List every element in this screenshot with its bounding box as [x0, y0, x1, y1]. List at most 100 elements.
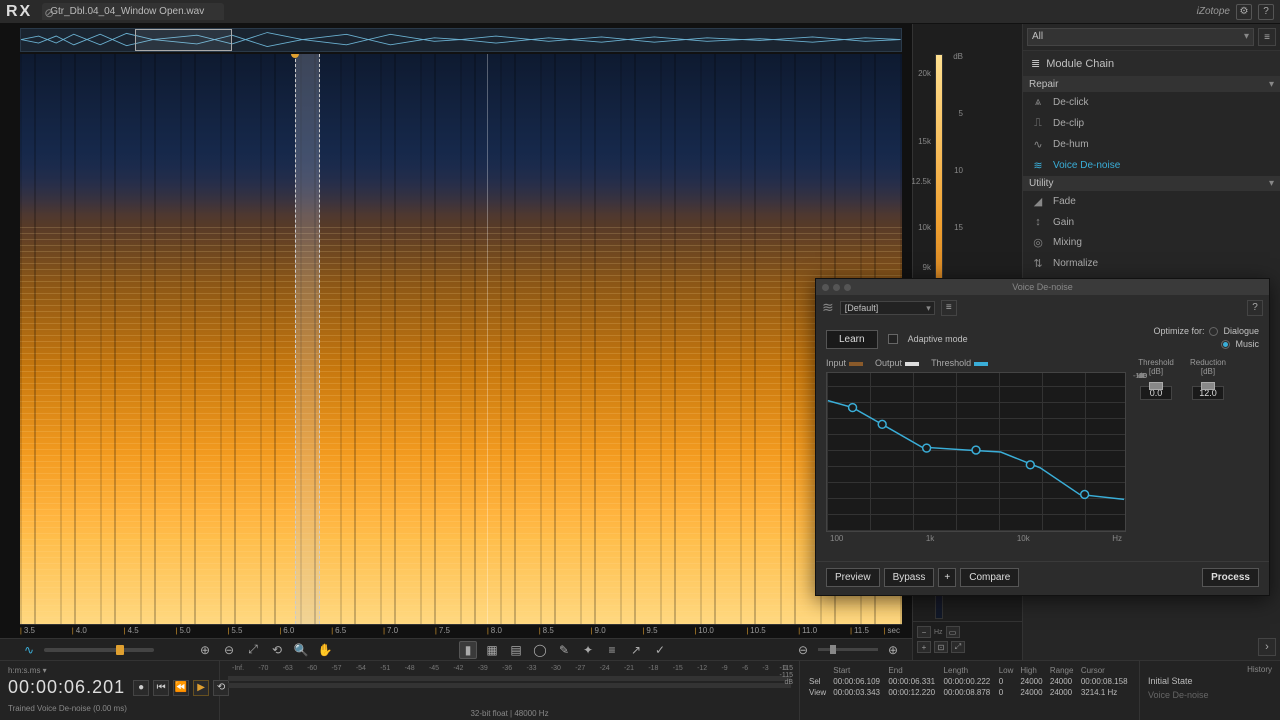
spectrogram-display[interactable]: [20, 54, 902, 624]
waveform-view-icon[interactable]: ∿: [20, 641, 38, 659]
view-blend-slider[interactable]: [44, 648, 154, 652]
window-min-icon[interactable]: [833, 284, 840, 291]
freq-select-tool-icon[interactable]: ▤: [507, 641, 525, 659]
module-item-icon: ◎: [1031, 236, 1045, 249]
module-item-icon: ∿: [1031, 138, 1045, 151]
module-item-icon: ⇅: [1031, 257, 1045, 270]
selection-info-table: StartEndLengthLowHighRangeCursor Sel00:0…: [806, 665, 1133, 698]
wand-tool-icon[interactable]: ✦: [579, 641, 597, 659]
module-filter-dropdown[interactable]: All: [1027, 28, 1254, 46]
time-selection[interactable]: [295, 54, 320, 624]
hzoom-out-icon[interactable]: ⊖: [794, 641, 812, 659]
file-tab[interactable]: ⊘ Gtr_Dbl.04_04_Window Open.wav: [42, 3, 224, 20]
peak-value-2: -115: [780, 672, 794, 679]
zoom-reset-icon[interactable]: ⟲: [268, 641, 286, 659]
hzoom-slider[interactable]: [818, 648, 878, 651]
module-icon: ≋: [822, 299, 834, 316]
module-chain-button[interactable]: ≣ Module Chain: [1023, 51, 1280, 77]
panel-collapse-icon[interactable]: ›: [1258, 638, 1276, 656]
dialogue-label: Dialogue: [1223, 326, 1259, 336]
window-close-icon[interactable]: [822, 284, 829, 291]
utility-section-header[interactable]: Utility: [1023, 176, 1280, 191]
list-view-icon[interactable]: ≡: [1258, 28, 1276, 46]
dialogue-radio[interactable]: [1209, 327, 1218, 336]
module-help-icon[interactable]: ?: [1247, 300, 1263, 316]
brand-label: iZotope: [1197, 6, 1230, 17]
vzoom-reset-icon[interactable]: ⊡: [934, 641, 948, 653]
module-item-mixing[interactable]: ◎Mixing: [1023, 232, 1280, 253]
repair-section-header[interactable]: Repair: [1023, 77, 1280, 92]
record-button[interactable]: ●: [133, 680, 149, 696]
chain-icon: ≣: [1031, 57, 1040, 70]
grab-tool-icon[interactable]: ↗: [627, 641, 645, 659]
adaptive-checkbox[interactable]: [888, 334, 898, 344]
level-meter-right: [228, 683, 791, 688]
module-item-icon: ⩓: [1031, 96, 1045, 109]
app-logo: RX: [6, 3, 32, 21]
tf-select-tool-icon[interactable]: ▦: [483, 641, 501, 659]
play-button[interactable]: ▶: [193, 680, 209, 696]
magnify-icon[interactable]: 🔍: [292, 641, 310, 659]
optimize-label: Optimize for:: [1153, 326, 1204, 336]
overview-waveform[interactable]: [20, 28, 902, 52]
audio-format-label: 32-bit float | 48000 Hz: [470, 709, 548, 718]
peak-unit: dB: [780, 679, 794, 686]
zoom-sel-icon[interactable]: ⤢: [244, 641, 262, 659]
transport-time: 00:00:06.201: [8, 677, 125, 698]
zoom-in-icon[interactable]: ⊕: [196, 641, 214, 659]
reduction-slider-label: Reduction [dB]: [1190, 358, 1226, 378]
compare-button[interactable]: Compare: [960, 568, 1019, 587]
skip-back-button[interactable]: ⏪: [173, 680, 189, 696]
voice-denoise-window: Voice De-noise ≋ [Default] ≡ ? Learn Ada…: [815, 278, 1270, 596]
hand-tool-icon[interactable]: ✋: [316, 641, 334, 659]
process-button[interactable]: Process: [1202, 568, 1259, 587]
status-message: Trained Voice De-noise (0.00 ms): [8, 704, 211, 713]
lasso-tool-icon[interactable]: ◯: [531, 641, 549, 659]
module-item-fade[interactable]: ◢Fade: [1023, 191, 1280, 212]
help-icon[interactable]: ?: [1258, 4, 1274, 20]
history-item[interactable]: Initial State: [1148, 674, 1272, 688]
module-item-voice-de-noise[interactable]: ≋Voice De-noise: [1023, 155, 1280, 176]
module-item-icon: ◢: [1031, 195, 1045, 208]
region-tool-icon[interactable]: ≡: [603, 641, 621, 659]
time-ruler: 3.54.04.55.05.56.06.57.07.58.08.59.09.51…: [20, 624, 902, 638]
adaptive-label: Adaptive mode: [908, 334, 968, 344]
bypass-plus-button[interactable]: +: [938, 568, 956, 587]
preset-menu-icon[interactable]: ≡: [941, 300, 957, 316]
check-tool-icon[interactable]: ✓: [651, 641, 669, 659]
vzoom-out-icon[interactable]: −: [917, 626, 931, 638]
settings-icon[interactable]: ⚙: [1236, 4, 1252, 20]
preset-dropdown[interactable]: [Default]: [840, 301, 935, 315]
music-label: Music: [1235, 339, 1259, 349]
history-title: History: [1148, 665, 1272, 674]
bypass-button[interactable]: Bypass: [884, 568, 935, 587]
time-format-dropdown[interactable]: h:m:s.ms ▾: [8, 666, 211, 675]
module-item-de-clip[interactable]: ⎍De-clip: [1023, 113, 1280, 134]
meter-scale: -Inf.-70-63-60-57-54-51-48-45-42-39-36-3…: [228, 665, 791, 672]
module-item-de-click[interactable]: ⩓De-click: [1023, 92, 1280, 113]
learn-button[interactable]: Learn: [826, 330, 878, 349]
zoom-out-icon[interactable]: ⊖: [220, 641, 238, 659]
module-item-icon: ↕: [1031, 216, 1045, 228]
db-config-icon[interactable]: ▭: [946, 626, 960, 638]
module-item-de-hum[interactable]: ∿De-hum: [1023, 134, 1280, 155]
time-select-tool-icon[interactable]: ▮: [459, 641, 477, 659]
vzoom-in-icon[interactable]: +: [917, 641, 931, 653]
history-item[interactable]: Voice De-noise: [1148, 688, 1272, 702]
brush-tool-icon[interactable]: ✎: [555, 641, 573, 659]
module-item-icon: ≋: [1031, 159, 1045, 172]
window-max-icon[interactable]: [844, 284, 851, 291]
overview-selection[interactable]: [135, 29, 232, 51]
module-item-normalize[interactable]: ⇅Normalize: [1023, 253, 1280, 274]
freq-unit-label: Hz: [934, 629, 943, 636]
vzoom-fit-icon[interactable]: ⤢: [951, 641, 965, 653]
music-radio[interactable]: [1221, 340, 1230, 349]
peak-value-1: -115: [780, 665, 794, 672]
module-item-icon: ⎍: [1031, 117, 1045, 130]
close-icon[interactable]: ⊘: [40, 6, 58, 20]
hzoom-in-icon[interactable]: ⊕: [884, 641, 902, 659]
module-item-gain[interactable]: ↕Gain: [1023, 212, 1280, 232]
rewind-button[interactable]: ⏮: [153, 680, 169, 696]
threshold-graph[interactable]: -dB-30-40-50-60-70-80-90-100-110-120: [826, 372, 1126, 532]
preview-button[interactable]: Preview: [826, 568, 880, 587]
